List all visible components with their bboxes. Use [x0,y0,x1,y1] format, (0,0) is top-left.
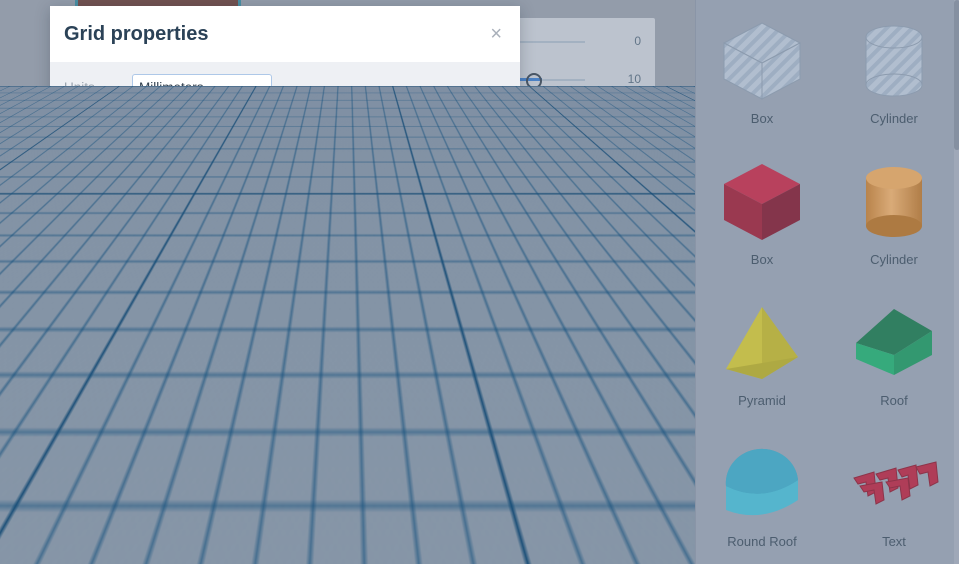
dialog-title: Grid properties [64,23,490,46]
dimensions-row: Width 200.00 Height 200.00 [64,164,506,217]
units-select[interactable]: Millimeters [132,74,272,101]
height-label: Height [250,164,368,179]
dialog-footer: Cancel Update Grid [50,254,520,321]
chevron-down-icon [253,86,263,92]
width-label: Width [132,164,250,179]
units-selected-value: Millimeters [139,80,204,95]
units-option-millimeters[interactable]: Millimeters [133,108,273,135]
units-option-inches[interactable]: Inches [133,135,273,162]
width-field-group: Width 200.00 [132,164,250,217]
close-icon[interactable]: × [490,24,502,44]
units-dropdown-menu[interactable]: Millimeters Inches [132,107,274,163]
dialog-header: Grid properties × [50,6,520,62]
units-row: Units Millimeters [64,62,506,112]
height-input[interactable]: 200.00 [250,184,326,217]
chevron-down-icon [313,136,323,142]
cancel-button[interactable]: Cancel [325,280,369,296]
units-label: Units [64,80,132,95]
presets-label: Presets [64,130,132,145]
width-input[interactable]: 200.00 [132,184,208,217]
height-field-group: Height 200.00 [250,164,368,217]
presets-row: Presets [64,112,506,162]
dialog-body: Units Millimeters Presets Millimeters In… [50,62,520,217]
grid-properties-dialog: Grid properties × Units Millimeters Pres… [50,6,520,321]
update-grid-button[interactable]: Update Grid [395,270,506,306]
